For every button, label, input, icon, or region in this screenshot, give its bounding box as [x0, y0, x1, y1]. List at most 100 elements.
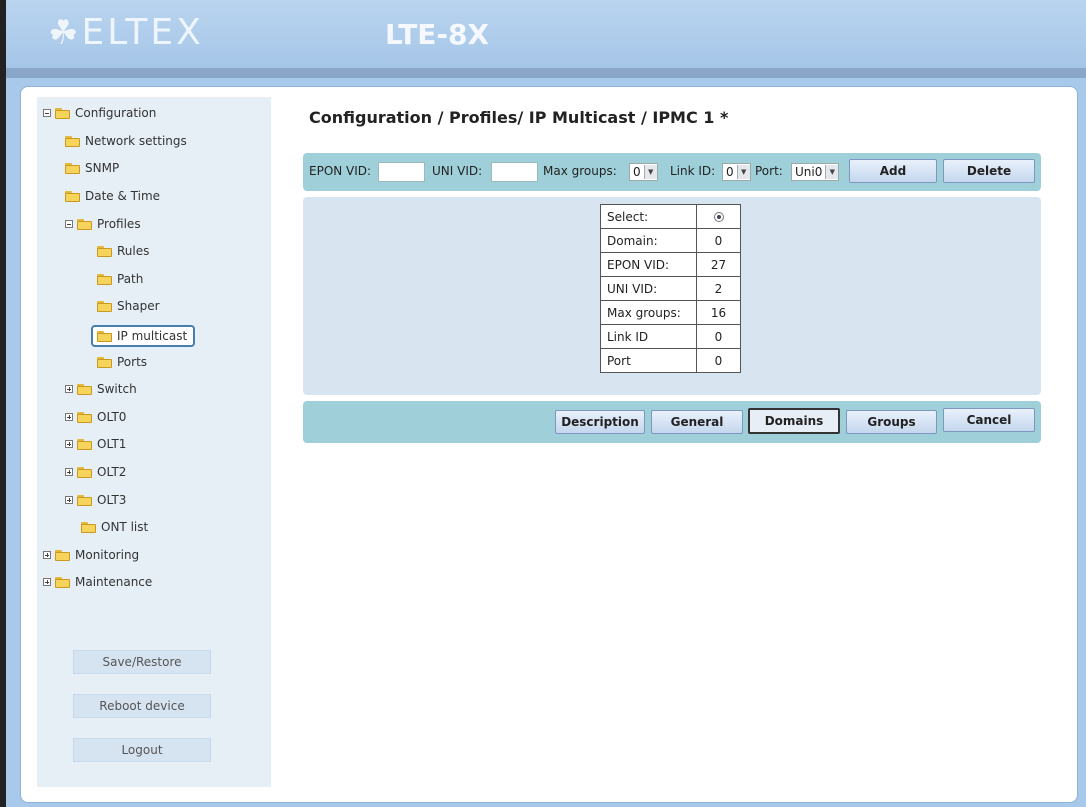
- tree-item-switch[interactable]: Switch: [65, 378, 137, 400]
- row-value: 0: [696, 228, 741, 253]
- expand-icon[interactable]: [65, 496, 73, 504]
- folder-icon: [97, 356, 112, 368]
- collapse-icon[interactable]: [65, 220, 73, 228]
- port-label: Port:: [755, 164, 783, 178]
- link-id-label: Link ID:: [670, 164, 716, 178]
- expand-icon[interactable]: [43, 578, 51, 586]
- chevron-down-icon: ▼: [825, 165, 839, 179]
- header-divider: [6, 68, 1086, 78]
- tree-item-label: OLT1: [97, 437, 127, 451]
- row-key: Link ID: [600, 324, 697, 349]
- domains-button[interactable]: Domains: [748, 408, 840, 434]
- epon-vid-input[interactable]: [378, 162, 425, 182]
- tree-item-ip-multicast[interactable]: IP multicast: [91, 325, 196, 347]
- tree-item-label: OLT2: [97, 465, 127, 479]
- folder-icon: [55, 107, 70, 119]
- link-id-value: 0: [726, 165, 734, 179]
- folder-icon: [97, 245, 112, 257]
- tree-item-olt3[interactable]: OLT3: [65, 489, 126, 511]
- tree-item-label: ONT list: [101, 520, 149, 534]
- tree-item-monitoring[interactable]: Monitoring: [43, 544, 139, 566]
- page-title: Configuration / Profiles/ IP Multicast /…: [309, 108, 729, 127]
- folder-icon: [77, 494, 92, 506]
- uni-vid-input[interactable]: [491, 162, 538, 182]
- table-row: Link ID 0: [600, 324, 741, 349]
- window-left-edge: [0, 0, 6, 807]
- delete-button[interactable]: Delete: [943, 159, 1035, 183]
- navigation-buttons-bar: Description General Domains Groups Cance…: [303, 401, 1041, 443]
- folder-icon: [77, 218, 92, 230]
- logo-text: ELTEX: [81, 12, 204, 53]
- general-button[interactable]: General: [651, 410, 743, 434]
- table-row: Domain: 0: [600, 228, 741, 253]
- save-restore-button[interactable]: Save/Restore: [73, 650, 211, 674]
- eltex-logo: ☘ELTEX: [48, 12, 204, 53]
- folder-icon: [97, 330, 112, 342]
- expand-icon[interactable]: [65, 385, 73, 393]
- tree-item-rules[interactable]: Rules: [97, 240, 149, 262]
- row-key: Domain:: [600, 228, 697, 253]
- tree-item-configuration[interactable]: Configuration: [43, 102, 156, 124]
- folder-icon: [77, 383, 92, 395]
- tree-item-label: Switch: [97, 382, 137, 396]
- folder-icon: [77, 411, 92, 423]
- tree-item-date-time[interactable]: Date & Time: [65, 185, 160, 207]
- tree-item-label: Monitoring: [75, 548, 140, 562]
- tree-item-snmp[interactable]: SNMP: [65, 157, 119, 179]
- folder-icon: [65, 135, 80, 147]
- reboot-device-button[interactable]: Reboot device: [73, 694, 211, 718]
- folder-icon: [55, 549, 70, 561]
- tree-item-label: SNMP: [85, 161, 120, 175]
- description-button[interactable]: Description: [555, 410, 645, 434]
- expand-icon[interactable]: [65, 468, 73, 476]
- row-value: 16: [696, 300, 741, 325]
- tree-item-ont-list[interactable]: ONT list: [81, 516, 148, 538]
- tree-item-network-settings[interactable]: Network settings: [65, 130, 187, 152]
- tree-item-profiles[interactable]: Profiles: [65, 213, 141, 235]
- tree-item-label: Configuration: [75, 106, 157, 120]
- collapse-icon[interactable]: [43, 109, 51, 117]
- tree-item-label: Network settings: [85, 134, 187, 148]
- max-groups-select[interactable]: 0 ▼: [629, 163, 658, 181]
- table-row: Max groups: 16: [600, 300, 741, 325]
- tree-item-ports[interactable]: Ports: [97, 351, 147, 373]
- port-select[interactable]: Uni0 ▼: [791, 163, 840, 181]
- tree-item-olt1[interactable]: OLT1: [65, 433, 126, 455]
- tree-item-label: Rules: [117, 244, 150, 258]
- tree-item-maintenance[interactable]: Maintenance: [43, 571, 152, 593]
- folder-icon: [81, 521, 96, 533]
- folder-icon: [97, 273, 112, 285]
- cancel-button[interactable]: Cancel: [943, 408, 1035, 432]
- tree-item-label: Maintenance: [75, 575, 153, 589]
- folder-icon: [77, 438, 92, 450]
- link-id-select[interactable]: 0 ▼: [722, 163, 751, 181]
- expand-icon[interactable]: [43, 551, 51, 559]
- select-radio[interactable]: [713, 212, 724, 222]
- device-model: LTE-8X: [385, 18, 490, 51]
- table-row: EPON VID: 27: [600, 252, 741, 277]
- tree-item-olt0[interactable]: OLT0: [65, 406, 126, 428]
- row-value: 0: [696, 348, 741, 373]
- tree-item-label: OLT0: [97, 410, 127, 424]
- groups-button[interactable]: Groups: [846, 410, 937, 434]
- port-value: Uni0: [795, 165, 823, 179]
- tree-item-shaper[interactable]: Shaper: [97, 295, 160, 317]
- tree-item-label: Profiles: [97, 217, 141, 231]
- folder-icon: [77, 466, 92, 478]
- row-key: UNI VID:: [600, 276, 697, 301]
- tree-item-path[interactable]: Path: [97, 268, 143, 290]
- logout-button[interactable]: Logout: [73, 738, 211, 762]
- domain-table: Select: Domain: 0 EPON VID: 27 UNI VID: …: [600, 204, 741, 373]
- table-row: Select:: [600, 204, 741, 229]
- expand-icon[interactable]: [65, 440, 73, 448]
- expand-icon[interactable]: [65, 413, 73, 421]
- header-bar: ☘ELTEX LTE-8X: [6, 0, 1086, 68]
- row-value: 0: [696, 324, 741, 349]
- select-radio-cell[interactable]: [696, 204, 741, 229]
- folder-icon: [65, 162, 80, 174]
- tree-item-olt2[interactable]: OLT2: [65, 461, 126, 483]
- add-button[interactable]: Add: [849, 159, 937, 183]
- row-key: EPON VID:: [600, 252, 697, 277]
- sidebar: Configuration Network settings SNMP Date…: [37, 97, 271, 787]
- epon-vid-label: EPON VID:: [309, 164, 372, 178]
